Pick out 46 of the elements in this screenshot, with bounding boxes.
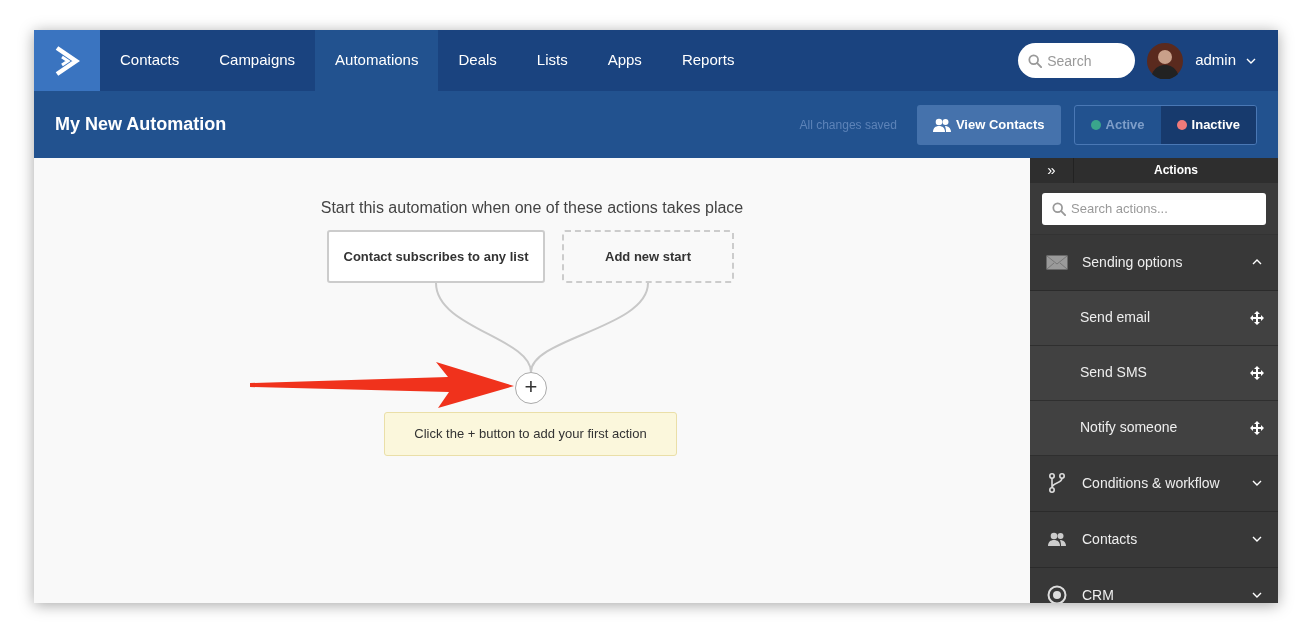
section-label: Conditions & workflow bbox=[1082, 473, 1221, 493]
chevron-down-icon bbox=[1252, 536, 1262, 542]
view-contacts-button[interactable]: View Contacts bbox=[916, 104, 1061, 145]
section-label: Sending options bbox=[1082, 252, 1184, 272]
trigger-node[interactable]: Contact subscribes to any list bbox=[327, 230, 545, 283]
logo[interactable] bbox=[34, 30, 100, 91]
search-actions-field[interactable]: Search actions... bbox=[1042, 192, 1266, 225]
move-icon bbox=[1250, 310, 1264, 325]
tooltip: Click the + button to add your first action bbox=[384, 412, 677, 456]
chevron-down-icon[interactable] bbox=[1246, 57, 1256, 64]
section-header[interactable]: Conditions & workflow bbox=[1030, 455, 1278, 512]
search-field[interactable]: Search bbox=[1018, 43, 1136, 78]
section-header[interactable]: Contacts bbox=[1030, 511, 1278, 568]
move-icon bbox=[1250, 420, 1264, 435]
panel-title: Actions bbox=[1153, 162, 1199, 180]
envelope-icon bbox=[1046, 254, 1068, 270]
add-action-button[interactable]: + bbox=[515, 372, 547, 404]
people-icon bbox=[1046, 532, 1068, 546]
move-icon bbox=[1250, 365, 1264, 380]
collapse-button[interactable]: » bbox=[1030, 158, 1074, 183]
chevron-down-icon bbox=[1252, 480, 1262, 486]
chevron-up-icon bbox=[1252, 259, 1262, 265]
branch-icon bbox=[1046, 473, 1068, 493]
nav-tab[interactable]: Campaigns bbox=[199, 30, 316, 91]
nav-tab[interactable]: Contacts bbox=[100, 30, 200, 91]
avatar[interactable] bbox=[1147, 42, 1184, 79]
user-name[interactable]: admin bbox=[1195, 49, 1236, 72]
nav-tab[interactable]: Deals bbox=[438, 30, 517, 91]
nav-tab[interactable]: Automations bbox=[315, 30, 439, 91]
page-title: My New Automation bbox=[55, 113, 227, 136]
nav-tab[interactable]: Reports bbox=[661, 30, 755, 91]
nav-tab[interactable]: Lists bbox=[516, 30, 588, 91]
save-status: All changes saved bbox=[799, 116, 897, 134]
section-header[interactable]: CRM bbox=[1030, 567, 1278, 603]
section-header[interactable]: Sending options bbox=[1030, 234, 1278, 291]
coin-icon bbox=[1046, 585, 1068, 603]
search-icon bbox=[1052, 201, 1066, 216]
canvas-heading: Start this automation when one of these actions takes place bbox=[319, 198, 745, 218]
search-icon bbox=[1028, 53, 1043, 68]
people-icon bbox=[932, 117, 951, 132]
add-start-node[interactable]: Add new start bbox=[562, 230, 734, 283]
chevron-down-icon bbox=[1252, 592, 1262, 598]
nav-tab[interactable]: Apps bbox=[587, 30, 662, 91]
status-toggle-button[interactable]: Inactive bbox=[1160, 105, 1256, 144]
section-label: CRM bbox=[1082, 585, 1115, 603]
section-label: Contacts bbox=[1082, 529, 1139, 549]
